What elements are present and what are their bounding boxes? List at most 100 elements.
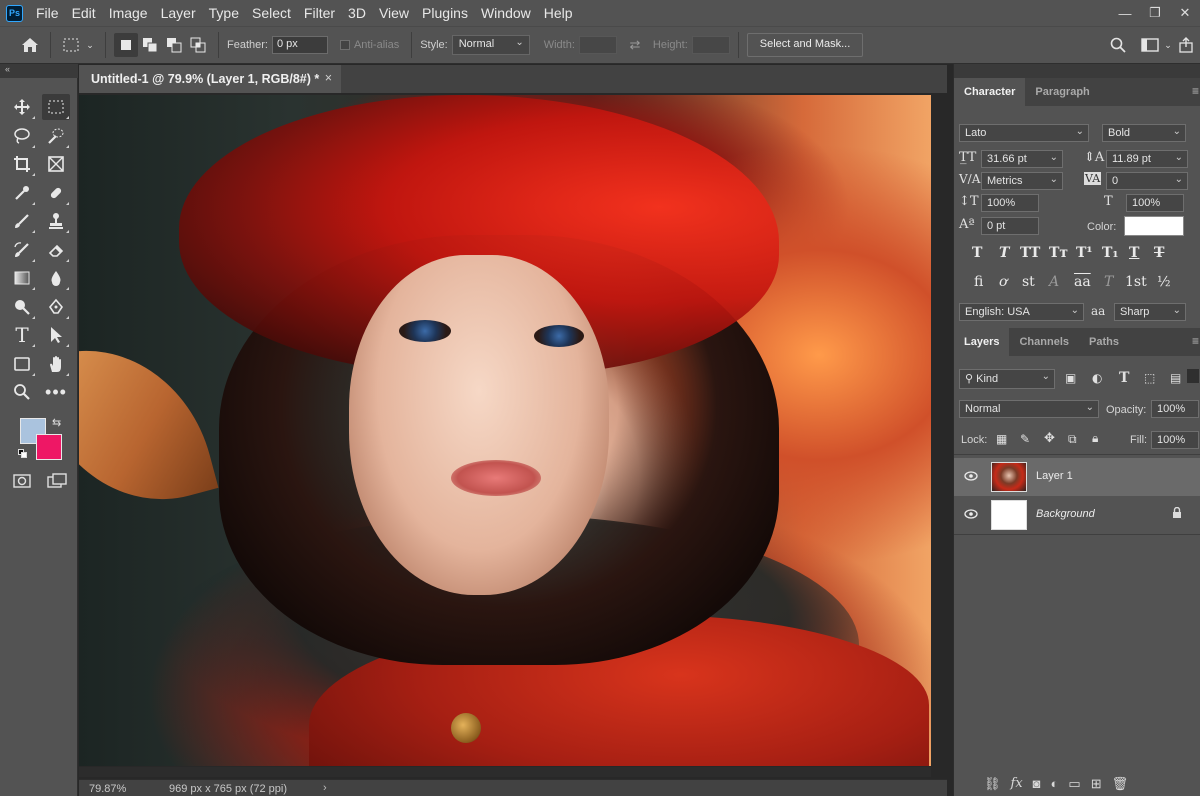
fill-input[interactable]: 100% — [1151, 431, 1199, 449]
menu-plugins[interactable]: Plugins — [422, 5, 468, 21]
discretionary-ligatures-button[interactable]: st — [1022, 274, 1035, 290]
workspace-icon[interactable] — [1138, 33, 1162, 57]
horizontal-scrollbar[interactable] — [79, 767, 931, 777]
menu-file[interactable]: File — [36, 5, 59, 21]
menu-help[interactable]: Help — [544, 5, 573, 21]
share-icon[interactable] — [1174, 33, 1198, 57]
swap-dimensions-icon[interactable]: ⇄ — [623, 33, 647, 57]
faux-bold-button[interactable]: T — [972, 245, 982, 261]
screen-mode-icon[interactable] — [46, 473, 68, 489]
gradient-icon[interactable] — [8, 265, 36, 291]
lock-icon[interactable] — [1172, 506, 1182, 522]
canvas-image[interactable] — [79, 95, 931, 766]
blend-mode-select[interactable]: Normal ⌄ — [959, 400, 1099, 418]
tab-character[interactable]: Character — [954, 78, 1026, 106]
menu-3d[interactable]: 3D — [348, 5, 366, 21]
close-icon[interactable]: × — [325, 71, 332, 85]
feather-input[interactable]: 0 px — [271, 36, 328, 54]
toolbox-collapse-strip[interactable]: « — [0, 64, 78, 78]
stylistic-alternates-button[interactable]: aa — [1074, 274, 1091, 290]
lock-image-icon[interactable]: ✎ — [1020, 432, 1030, 446]
layer-row[interactable]: Layer 1 — [954, 458, 1200, 496]
quick-mask-icon[interactable] — [12, 473, 32, 489]
dodge-icon[interactable] — [8, 294, 36, 320]
type-filter-icon[interactable]: T — [1119, 370, 1129, 386]
menu-view[interactable]: View — [379, 5, 409, 21]
minimize-button[interactable]: — — [1110, 0, 1140, 26]
add-selection-icon[interactable] — [138, 33, 162, 57]
healing-brush-icon[interactable] — [42, 180, 70, 206]
zoom-icon[interactable] — [8, 379, 36, 405]
tracking-select[interactable]: 0 ⌄ — [1106, 172, 1188, 190]
lasso-icon[interactable] — [8, 123, 36, 149]
subtract-selection-icon[interactable] — [162, 33, 186, 57]
small-caps-button[interactable]: Tт — [1049, 245, 1068, 261]
fx-icon[interactable]: fx — [1011, 776, 1023, 792]
font-style-select[interactable]: Bold ⌄ — [1102, 124, 1186, 142]
text-color-swatch[interactable] — [1124, 216, 1184, 236]
subscript-button[interactable]: T₁ — [1102, 245, 1119, 261]
lock-all-icon[interactable]: 🔒︎ — [1092, 431, 1098, 446]
menu-filter[interactable]: Filter — [304, 5, 335, 21]
adjustment-filter-icon[interactable]: ◐ — [1092, 371, 1102, 385]
ligatures-button[interactable]: fi — [974, 274, 983, 290]
type-icon[interactable]: T — [8, 322, 36, 348]
menu-type[interactable]: Type — [209, 5, 239, 21]
menu-edit[interactable]: Edit — [72, 5, 96, 21]
faux-italic-button[interactable]: T — [999, 245, 1009, 261]
lock-position-icon[interactable]: ✥ — [1044, 431, 1055, 446]
brush-icon[interactable] — [8, 208, 36, 234]
leading-select[interactable]: 11.89 pt ⌄ — [1106, 150, 1188, 168]
blur-icon[interactable] — [42, 265, 70, 291]
superscript-button[interactable]: T¹ — [1076, 245, 1093, 261]
height-input[interactable] — [691, 36, 730, 54]
background-color-swatch[interactable] — [36, 434, 62, 460]
zoom-level[interactable]: 79.87% — [89, 783, 126, 795]
kerning-select[interactable]: Metrics ⌄ — [981, 172, 1063, 190]
tab-layers[interactable]: Layers — [954, 328, 1010, 356]
swash-button[interactable]: A — [1049, 274, 1059, 290]
pixel-filter-icon[interactable]: ▣ — [1065, 371, 1076, 385]
history-brush-icon[interactable] — [8, 237, 36, 263]
vertical-scale-input[interactable]: 100% — [981, 194, 1039, 212]
baseline-shift-input[interactable]: 0 pt — [981, 217, 1039, 235]
shape-filter-icon[interactable]: ⬚ — [1144, 371, 1155, 385]
fractions-button[interactable]: ½ — [1157, 274, 1171, 290]
new-layer-icon[interactable]: ⊞ — [1091, 776, 1102, 792]
swap-colors-icon[interactable]: ⇆ — [52, 416, 61, 429]
pen-icon[interactable] — [42, 294, 70, 320]
layer-row[interactable]: Background — [954, 496, 1200, 534]
frame-icon[interactable] — [42, 151, 70, 177]
font-family-select[interactable]: Lato ⌄ — [959, 124, 1089, 142]
rect-marquee-icon[interactable] — [42, 94, 70, 120]
home-icon[interactable] — [18, 33, 42, 57]
opacity-input[interactable]: 100% — [1151, 400, 1199, 418]
horizontal-scale-input[interactable]: 100% — [1126, 194, 1184, 212]
photoshop-logo-icon[interactable]: Ps — [6, 4, 23, 22]
lock-transparent-icon[interactable]: ▦ — [996, 432, 1007, 446]
intersect-selection-icon[interactable] — [186, 33, 210, 57]
default-colors-icon[interactable] — [18, 449, 28, 459]
antialias-select[interactable]: Sharp ⌄ — [1114, 303, 1186, 321]
link-layers-icon[interactable]: ⛓︎ — [984, 776, 1001, 792]
all-caps-button[interactable]: TT — [1020, 245, 1040, 261]
menu-image[interactable]: Image — [109, 5, 148, 21]
panel-menu-icon[interactable]: ≡ — [1192, 84, 1199, 98]
titling-alternates-button[interactable]: T — [1104, 274, 1113, 290]
chevron-down-icon[interactable]: ⌄ — [1162, 33, 1174, 57]
tab-paths[interactable]: Paths — [1079, 328, 1129, 356]
crop-icon[interactable] — [8, 151, 36, 177]
move-icon[interactable] — [8, 94, 36, 120]
eyedropper-icon[interactable] — [8, 180, 36, 206]
strikethrough-button[interactable]: T — [1154, 245, 1164, 261]
antialias-checkbox[interactable] — [339, 40, 350, 50]
tab-channels[interactable]: Channels — [1009, 328, 1079, 356]
clone-stamp-icon[interactable] — [42, 208, 70, 234]
canvas-area[interactable] — [79, 93, 947, 779]
smart-object-filter-icon[interactable]: ▤ — [1170, 371, 1181, 385]
new-group-icon[interactable]: ▭ — [1068, 776, 1080, 792]
menu-select[interactable]: Select — [252, 5, 291, 21]
trash-icon[interactable]: 🗑︎ — [1112, 776, 1129, 792]
lock-artboard-icon[interactable]: ⧉ — [1068, 432, 1077, 447]
path-selection-icon[interactable] — [42, 322, 70, 348]
